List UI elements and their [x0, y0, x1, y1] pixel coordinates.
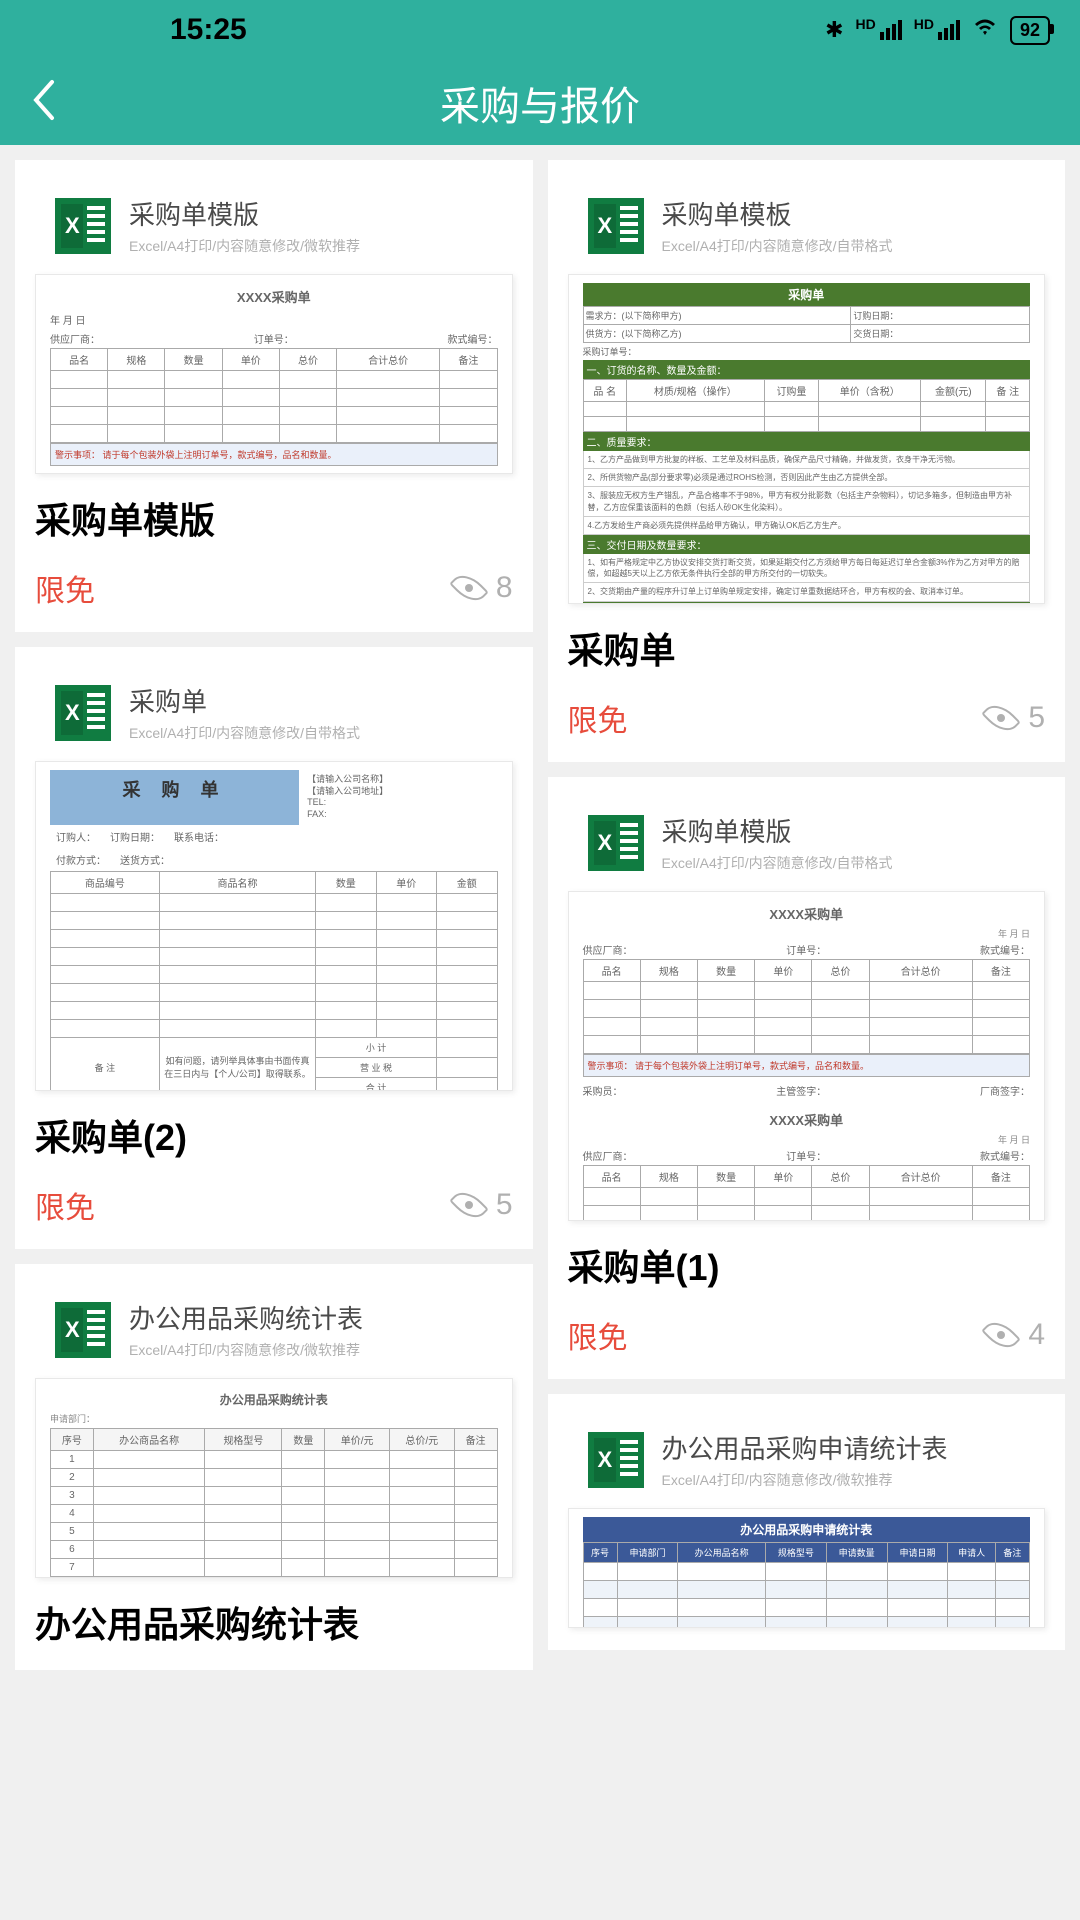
free-badge: 限免 — [35, 566, 95, 610]
back-button[interactable] — [30, 78, 56, 127]
nav-bar: 采购与报价 — [0, 60, 1080, 145]
page-title: 采购与报价 — [30, 74, 1050, 132]
excel-icon — [588, 1432, 644, 1488]
template-card[interactable]: 采购单 Excel/A4打印/内容随意修改/自带格式 采 购 单 【请输入公司名… — [15, 647, 533, 1249]
eye-icon — [982, 1315, 1022, 1355]
free-badge: 限免 — [568, 1313, 628, 1357]
excel-icon — [55, 685, 111, 741]
template-preview: 办公用品采购申请统计表 序号申请部门办公用品名称规格型号申请数量申请日期申请人备… — [568, 1508, 1046, 1628]
status-icons: ✱ HD HD 92 — [825, 16, 1050, 45]
signal-icon — [938, 20, 960, 40]
wifi-icon — [972, 17, 998, 43]
template-card[interactable]: 办公用品采购申请统计表 Excel/A4打印/内容随意修改/微软推荐 办公用品采… — [548, 1394, 1066, 1650]
content-grid[interactable]: 采购单模版 Excel/A4打印/内容随意修改/微软推荐 XXXX采购单 年 月… — [0, 145, 1080, 1920]
template-preview: XXXX采购单 年 月 日 供应厂商：订单号：款式编号： 品名规格数量单价总价合… — [35, 274, 513, 474]
eye-icon — [449, 1185, 489, 1225]
template-preview: 采购单 需求方：(以下简称甲方)订购日期： 供货方：(以下简称乙方)交货日期： … — [568, 274, 1046, 604]
card-title: 办公用品采购统计表 — [35, 1596, 513, 1648]
signal-icon — [880, 20, 902, 40]
excel-icon — [55, 1302, 111, 1358]
excel-icon — [55, 198, 111, 254]
template-card[interactable]: 采购单模版 Excel/A4打印/内容随意修改/微软推荐 XXXX采购单 年 月… — [15, 160, 533, 632]
template-card[interactable]: 采购单模版 Excel/A4打印/内容随意修改/自带格式 XXXX采购单 年 月… — [548, 777, 1066, 1379]
view-count: 5 — [452, 1188, 513, 1222]
bluetooth-icon: ✱ — [825, 17, 843, 43]
template-card[interactable]: 办公用品采购统计表 Excel/A4打印/内容随意修改/微软推荐 办公用品采购统… — [15, 1264, 533, 1670]
template-card[interactable]: 采购单模板 Excel/A4打印/内容随意修改/自带格式 采购单 需求方：(以下… — [548, 160, 1066, 762]
view-count: 5 — [984, 701, 1045, 735]
card-title: 采购单(2) — [35, 1109, 513, 1161]
excel-icon — [588, 815, 644, 871]
template-preview: 办公用品采购统计表 申请部门： 序号办公商品名称规格型号数量单价/元总价/元备注… — [35, 1378, 513, 1578]
battery-icon: 92 — [1010, 16, 1050, 45]
status-time: 15:25 — [170, 13, 247, 47]
template-preview: XXXX采购单 年 月 日 供应厂商：订单号：款式编号： 品名规格数量单价总价合… — [568, 891, 1046, 1221]
card-title: 采购单(1) — [568, 1239, 1046, 1291]
view-count: 4 — [984, 1318, 1045, 1352]
card-title: 采购单模版 — [35, 492, 513, 544]
view-count: 8 — [452, 571, 513, 605]
excel-icon — [588, 198, 644, 254]
template-preview: 采 购 单 【请输入公司名称】【请输入公司地址】TEL:FAX: 订购人：订购日… — [35, 761, 513, 1091]
free-badge: 限免 — [35, 1183, 95, 1227]
status-bar: 15:25 ✱ HD HD 92 — [0, 0, 1080, 60]
eye-icon — [449, 568, 489, 608]
card-title: 采购单 — [568, 622, 1046, 674]
eye-icon — [982, 698, 1022, 738]
free-badge: 限免 — [568, 696, 628, 740]
